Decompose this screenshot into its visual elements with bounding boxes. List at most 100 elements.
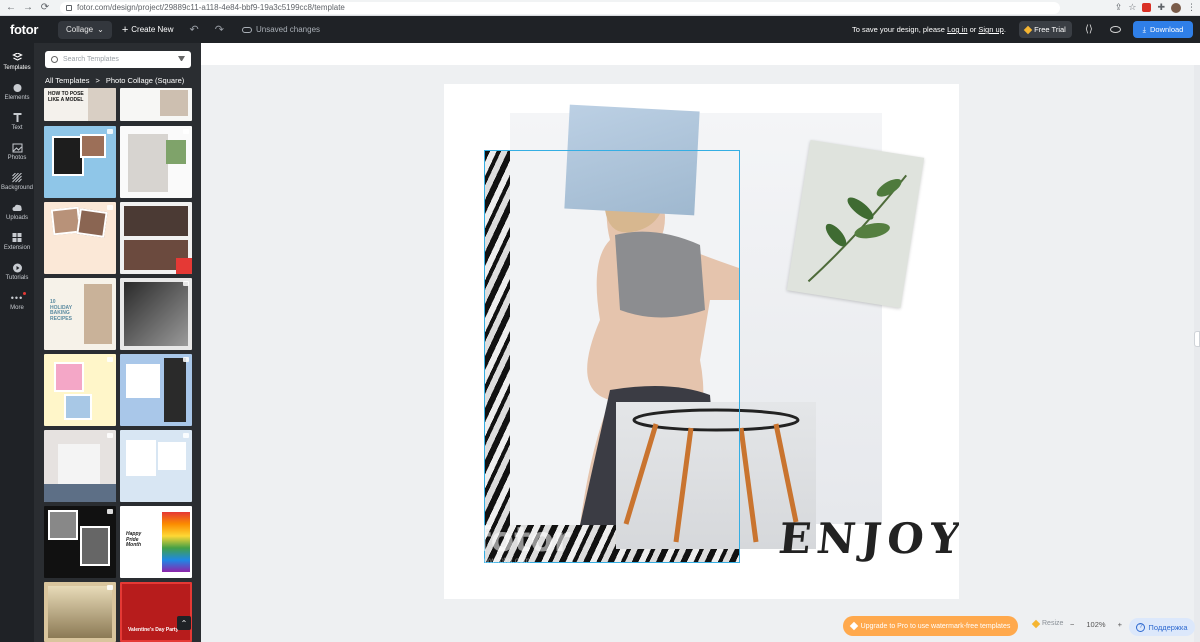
puzzle-icon[interactable]: ✚ xyxy=(1157,2,1165,13)
favorite-icon[interactable] xyxy=(183,357,189,362)
template-thumb[interactable]: HOW TO POSE LIKE A MODEL xyxy=(44,88,116,121)
help-icon: ? xyxy=(1136,622,1146,632)
address-bar[interactable]: fotor.com/design/project/29889c11-a118-4… xyxy=(60,1,1060,14)
app-header: fotor Collage ⌄ + Create New ↶ ↷ Unsaved… xyxy=(0,16,1200,43)
search-input[interactable]: Search Templates xyxy=(45,51,191,68)
login-link[interactable]: Log in xyxy=(947,25,967,34)
plant-photo[interactable] xyxy=(786,139,925,309)
breadcrumb-root[interactable]: All Templates xyxy=(45,76,89,85)
save-prompt: To save your design, please Log in or Si… xyxy=(852,25,1006,34)
free-trial-label: Free Trial xyxy=(1034,25,1066,34)
favorite-icon[interactable] xyxy=(183,433,189,438)
extension-icon[interactable] xyxy=(1142,3,1152,12)
template-thumb[interactable] xyxy=(120,202,192,274)
favorite-icon[interactable] xyxy=(107,509,113,514)
favorite-icon[interactable] xyxy=(107,357,113,362)
design-canvas[interactable]: fotor www.fotor.com ENJOY xyxy=(444,84,959,599)
redo-icon[interactable]: ↷ xyxy=(215,23,224,36)
undo-icon[interactable]: ↶ xyxy=(190,23,199,36)
template-thumb-text: 10 HOLIDAY BAKING RECIPES xyxy=(50,299,72,322)
watermark-url: www.fotor.com xyxy=(478,556,531,565)
rail-item-templates[interactable]: Templates xyxy=(0,47,34,77)
browser-extensions: ⇪ ☆ ✚ ⋮ xyxy=(1115,2,1196,13)
fotor-logo[interactable]: fotor xyxy=(0,22,48,37)
share-icon[interactable]: ⟨⟩ xyxy=(1085,24,1093,35)
create-new-button[interactable]: + Create New xyxy=(122,24,174,36)
bookmark-star-icon[interactable]: ☆ xyxy=(1128,2,1136,13)
rail-label-tutorials: Tutorials xyxy=(5,275,29,281)
enjoy-text[interactable]: ENJOY xyxy=(776,514,959,563)
template-thumb[interactable] xyxy=(120,278,192,350)
diamond-icon xyxy=(1031,619,1041,628)
zoom-in-button[interactable]: + xyxy=(1118,620,1122,629)
breadcrumb-current: Photo Collage (Square) xyxy=(105,76,185,85)
elements-icon xyxy=(13,84,21,92)
forward-arrow-icon[interactable]: → xyxy=(23,2,33,13)
rail-item-text[interactable]: Text xyxy=(0,107,34,137)
resize-button[interactable]: Resize xyxy=(1031,619,1063,628)
favorite-icon[interactable] xyxy=(183,129,189,134)
scroll-to-top-icon[interactable]: ⌃ xyxy=(177,616,191,630)
preview-eye-icon[interactable] xyxy=(1110,26,1121,33)
filter-icon[interactable] xyxy=(178,56,185,63)
back-arrow-icon[interactable]: ← xyxy=(6,2,16,13)
template-thumb[interactable] xyxy=(120,126,192,198)
history-controls: ↶ ↷ xyxy=(190,23,224,36)
selection-frame[interactable] xyxy=(484,150,740,563)
download-button[interactable]: ⤓ Download xyxy=(1133,21,1193,38)
template-thumb[interactable] xyxy=(44,202,116,274)
rail-item-elements[interactable]: Elements xyxy=(0,77,34,107)
extension-icon xyxy=(12,233,21,242)
lock-icon xyxy=(66,4,72,11)
zoom-control: − 102% + xyxy=(1070,620,1122,629)
collage-mode-dropdown[interactable]: Collage ⌄ xyxy=(58,20,112,39)
template-thumb[interactable] xyxy=(120,88,192,121)
support-button[interactable]: ? Поддержка xyxy=(1129,618,1195,636)
collage-mode-label: Collage xyxy=(66,25,94,34)
breadcrumb: All Templates > Photo Collage (Square) xyxy=(45,76,184,85)
template-thumb[interactable] xyxy=(44,354,116,426)
template-thumb[interactable] xyxy=(44,582,116,642)
rail-item-photos[interactable]: Photos xyxy=(0,137,34,167)
template-thumb[interactable] xyxy=(44,126,116,198)
rail-item-background[interactable]: Background xyxy=(0,167,34,197)
rail-label-templates: Templates xyxy=(3,65,31,71)
template-thumb[interactable]: Happy Pride Month xyxy=(120,506,192,578)
template-thumb[interactable] xyxy=(44,506,116,578)
zoom-out-button[interactable]: − xyxy=(1070,620,1074,629)
template-thumb[interactable] xyxy=(120,430,192,502)
browser-menu-icon[interactable]: ⋮ xyxy=(1187,2,1196,13)
reload-icon[interactable]: ⟳ xyxy=(40,2,50,13)
uploads-icon xyxy=(12,204,22,211)
vertical-scrollbar[interactable] xyxy=(1194,65,1200,642)
rail-item-tutorials[interactable]: Tutorials xyxy=(0,257,34,287)
favorite-icon[interactable] xyxy=(107,205,113,210)
rail-label-extension: Extension xyxy=(3,245,31,251)
template-thumb[interactable]: Valentine's Day Party xyxy=(120,582,192,642)
free-trial-button[interactable]: Free Trial xyxy=(1019,21,1072,38)
template-thumb[interactable] xyxy=(44,430,116,502)
unsaved-label: Unsaved changes xyxy=(255,25,321,34)
favorite-icon[interactable] xyxy=(183,281,189,286)
watermark-logo: fotor xyxy=(476,520,571,560)
upgrade-pro-button[interactable]: Upgrade to Pro to use watermark-free tem… xyxy=(843,616,1018,636)
rail-item-more[interactable]: ••• More xyxy=(0,287,34,317)
rail-item-uploads[interactable]: Uploads xyxy=(0,197,34,227)
save-status: Unsaved changes xyxy=(241,25,321,34)
photos-icon xyxy=(12,143,22,153)
favorite-icon[interactable] xyxy=(107,585,113,590)
profile-avatar[interactable] xyxy=(1171,2,1181,13)
rail-item-extension[interactable]: Extension xyxy=(0,227,34,257)
right-panel-handle[interactable] xyxy=(1194,331,1200,347)
signup-link[interactable]: Sign up xyxy=(978,25,1003,34)
template-thumb[interactable] xyxy=(120,354,192,426)
cloud-icon xyxy=(241,26,252,33)
template-thumb[interactable]: 10 HOLIDAY BAKING RECIPES xyxy=(44,278,116,350)
favorite-icon[interactable] xyxy=(107,433,113,438)
rail-label-text: Text xyxy=(11,125,23,131)
favorite-icon[interactable] xyxy=(107,129,113,134)
share-page-icon[interactable]: ⇪ xyxy=(1115,2,1123,13)
template-thumb-text: HOW TO POSE LIKE A MODEL xyxy=(48,91,84,103)
rail-label-uploads: Uploads xyxy=(5,215,28,221)
download-label: Download xyxy=(1149,25,1184,34)
